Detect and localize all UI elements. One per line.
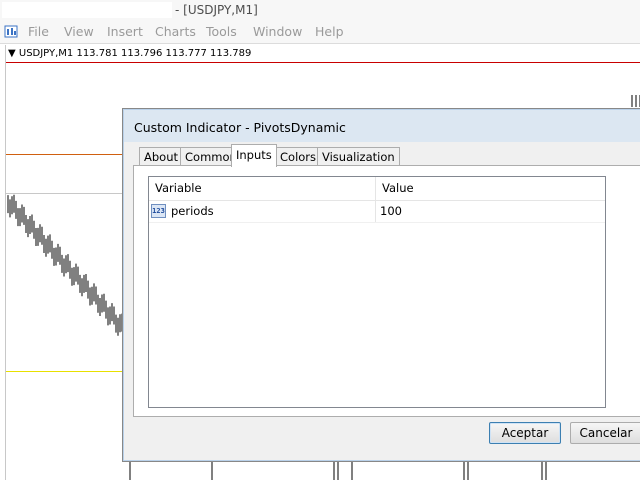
title-blank-area bbox=[2, 2, 172, 18]
inputs-grid: Variable Value 123 periods 100 bbox=[148, 176, 606, 408]
tab-about[interactable]: About bbox=[139, 147, 184, 166]
tab-colors[interactable]: Colors bbox=[275, 147, 322, 166]
cancel-button[interactable]: Cancelar bbox=[570, 422, 640, 444]
window-titlebar: - [USDJPY,M1] bbox=[0, 0, 640, 21]
column-header-value[interactable]: Value bbox=[376, 177, 605, 200]
tab-inputs[interactable]: Inputs bbox=[231, 144, 277, 167]
value-cell[interactable]: 100 bbox=[380, 201, 402, 222]
menu-bar: File View Insert Charts Tools Window Hel… bbox=[0, 21, 640, 44]
tab-visualization[interactable]: Visualization bbox=[317, 147, 400, 166]
variable-cell: periods bbox=[171, 204, 214, 218]
menu-tools[interactable]: Tools bbox=[206, 24, 237, 39]
grid-header: Variable Value bbox=[149, 177, 605, 201]
column-separator bbox=[375, 201, 376, 222]
dialog-title: Custom Indicator - PivotsDynamic bbox=[134, 120, 346, 135]
inputs-tab-page: Variable Value 123 periods 100 bbox=[133, 165, 640, 417]
menu-help[interactable]: Help bbox=[315, 24, 344, 39]
menu-window[interactable]: Window bbox=[253, 24, 302, 39]
menu-view[interactable]: View bbox=[64, 24, 94, 39]
menu-insert[interactable]: Insert bbox=[107, 24, 143, 39]
table-row[interactable]: 123 periods 100 bbox=[149, 201, 605, 223]
menu-file[interactable]: File bbox=[28, 24, 49, 39]
chart-window-icon[interactable] bbox=[4, 24, 19, 39]
menu-charts[interactable]: Charts bbox=[155, 24, 196, 39]
custom-indicator-dialog: Custom Indicator - PivotsDynamic About C… bbox=[122, 108, 640, 462]
ok-button[interactable]: Aceptar bbox=[489, 422, 561, 444]
integer-type-icon: 123 bbox=[151, 204, 166, 218]
window-title: - [USDJPY,M1] bbox=[175, 3, 258, 17]
column-header-variable[interactable]: Variable bbox=[149, 177, 375, 200]
